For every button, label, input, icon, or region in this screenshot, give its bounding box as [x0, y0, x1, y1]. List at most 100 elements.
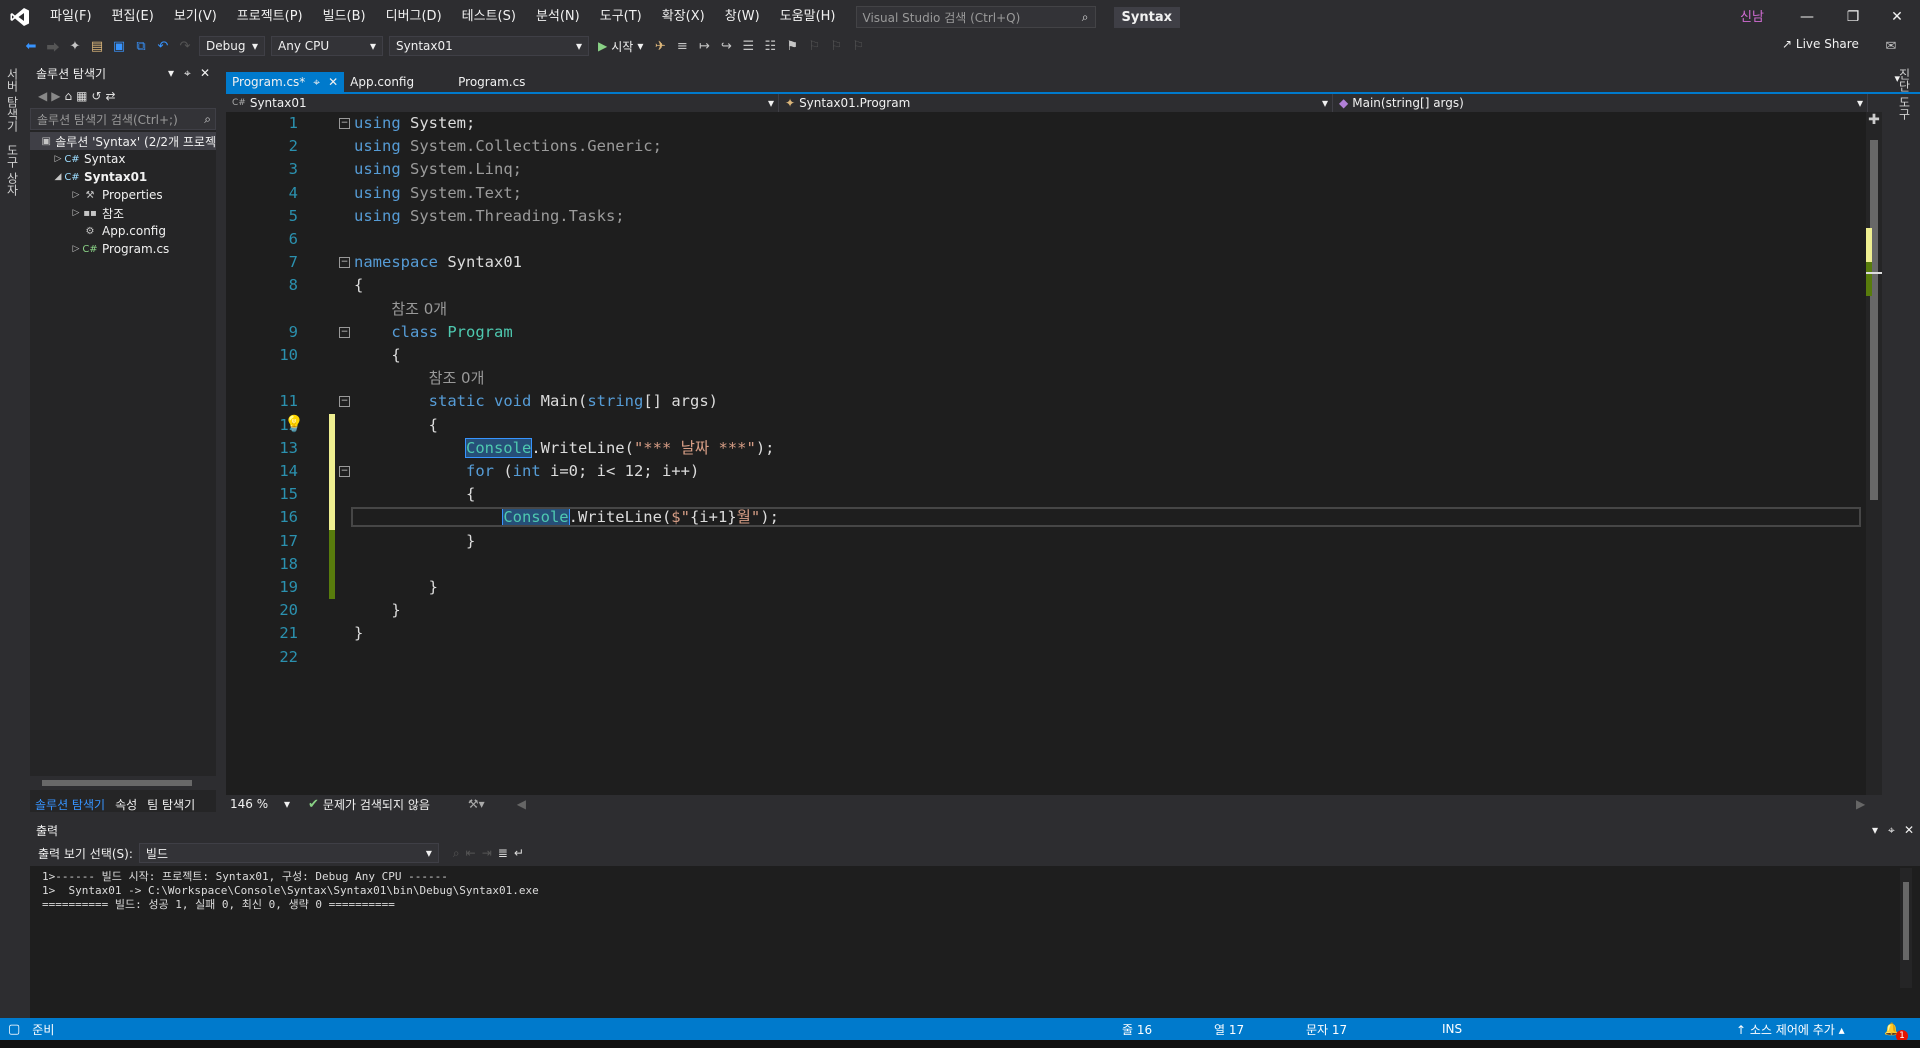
member-dropdown[interactable]: ◆ Main(string[] args) ▾: [1333, 94, 1868, 112]
next-bookmark-icon[interactable]: ⚐: [825, 35, 847, 57]
menu-item[interactable]: 빌드(B): [313, 0, 376, 34]
expand-arrow-icon[interactable]: ▷: [70, 190, 82, 200]
code-line[interactable]: }: [354, 576, 438, 599]
new-project-icon[interactable]: ✦: [64, 35, 86, 57]
code-line[interactable]: class Program: [354, 321, 512, 344]
code-line[interactable]: {: [354, 274, 363, 297]
step-into-icon[interactable]: ↦: [693, 35, 715, 57]
clear-bookmarks-icon[interactable]: ⚐: [847, 35, 869, 57]
project-dropdown[interactable]: C# Syntax01 ▾: [226, 94, 779, 112]
code-line[interactable]: }: [354, 599, 400, 622]
live-share-button[interactable]: ↗ Live Share: [1782, 37, 1859, 51]
code-cleanup-icon[interactable]: ⚒▾: [468, 797, 485, 811]
code-lens[interactable]: 참조 0개: [354, 367, 485, 390]
toolbar-overflow-icon[interactable]: ≡: [671, 35, 693, 57]
code-line[interactable]: using System.Threading.Tasks;: [354, 205, 625, 228]
close-panel-icon[interactable]: ✕: [200, 66, 216, 80]
code-line[interactable]: }: [354, 530, 475, 553]
restore-icon[interactable]: ❐: [1830, 0, 1876, 34]
solution-explorer-search[interactable]: 솔루션 탐색기 검색(Ctrl+;) ⌕: [30, 108, 216, 130]
pin-icon[interactable]: ⌖: [184, 66, 200, 81]
undo-icon[interactable]: ↶: [152, 35, 174, 57]
menu-item[interactable]: 프로젝트(P): [227, 0, 313, 34]
tab-solution-explorer[interactable]: 솔루션 탐색기: [30, 794, 110, 814]
scroll-left-icon[interactable]: ◀: [517, 797, 526, 811]
prev-bookmark-icon[interactable]: ⚐: [803, 35, 825, 57]
tree-item[interactable]: ◢ C# Syntax01: [30, 168, 216, 186]
user-account[interactable]: 신남: [1740, 6, 1764, 25]
split-icon[interactable]: ✚: [1866, 112, 1882, 128]
save-icon[interactable]: ▣: [108, 35, 130, 57]
collapse-region-icon[interactable]: −: [339, 326, 350, 338]
switch-views-icon[interactable]: ▦: [76, 89, 87, 103]
find-message-icon[interactable]: ⌕: [453, 846, 460, 861]
expand-arrow-icon[interactable]: ▷: [70, 244, 82, 254]
status-char[interactable]: 문자 17: [1306, 1021, 1347, 1038]
start-debugging-button[interactable]: ▶ 시작 ▾: [592, 38, 649, 55]
pin-icon[interactable]: ⌖: [1888, 823, 1904, 838]
source-control-button[interactable]: ↑ 소스 제어에 추가 ▴: [1736, 1021, 1845, 1038]
menu-item[interactable]: 도움말(H): [770, 0, 846, 34]
menu-item[interactable]: 디버그(D): [376, 0, 452, 34]
status-insert-mode[interactable]: INS: [1442, 1022, 1462, 1036]
code-line[interactable]: }: [354, 622, 363, 645]
tab-team-explorer[interactable]: 팀 탐색기: [142, 794, 200, 814]
expand-arrow-icon[interactable]: ◢: [52, 172, 64, 182]
word-wrap-icon[interactable]: ↵: [514, 846, 524, 860]
scroll-right-icon[interactable]: ▶: [1856, 797, 1865, 811]
solution-config-dropdown[interactable]: Debug ▾: [199, 36, 265, 56]
tree-item[interactable]: ▷ C# Program.cs: [30, 240, 216, 258]
menu-item[interactable]: 보기(V): [164, 0, 227, 34]
expand-arrow-icon[interactable]: ▷: [70, 208, 82, 218]
dropdown-icon[interactable]: ▾: [1872, 823, 1888, 837]
step-over-icon[interactable]: ↪: [715, 35, 737, 57]
code-lens[interactable]: 참조 0개: [354, 298, 447, 321]
open-file-icon[interactable]: ▤: [86, 35, 108, 57]
code-line[interactable]: {: [354, 344, 400, 367]
tree-item[interactable]: ▷ C# Syntax: [30, 150, 216, 168]
code-line[interactable]: for (int i=0; i< 12; i++): [354, 460, 699, 483]
code-line[interactable]: {: [354, 414, 438, 437]
collapse-region-icon[interactable]: −: [339, 118, 350, 129]
scroll-thumb[interactable]: [42, 780, 192, 786]
toolbox-tab[interactable]: 도구 상자: [0, 138, 25, 202]
code-line[interactable]: {: [354, 483, 475, 506]
home-icon[interactable]: ⌂: [64, 89, 72, 103]
close-tab-icon[interactable]: ✕: [328, 75, 338, 89]
collapse-region-icon[interactable]: −: [339, 396, 350, 408]
tab-program-cs[interactable]: Program.cs: [452, 72, 552, 92]
issues-indicator[interactable]: ✔ 문제가 검색되지 않음: [308, 796, 430, 813]
uncomment-icon[interactable]: ☷: [759, 35, 781, 57]
visual-studio-logo-icon[interactable]: [0, 0, 40, 34]
output-source-dropdown[interactable]: 빌드 ▾: [138, 843, 439, 863]
tree-item[interactable]: ▷ ⚒ Properties: [30, 186, 216, 204]
code-line[interactable]: using System.Collections.Generic;: [354, 135, 662, 158]
status-column[interactable]: 열 17: [1214, 1021, 1244, 1038]
close-icon[interactable]: ✕: [1874, 0, 1920, 34]
code-line[interactable]: using System.Text;: [354, 182, 522, 205]
output-text[interactable]: 1>------ 빌드 시작: 프로젝트: Syntax01, 구성: Debu…: [30, 866, 1920, 912]
close-panel-icon[interactable]: ✕: [1904, 823, 1920, 837]
code-line[interactable]: using System.Linq;: [354, 158, 522, 181]
vs-search-box[interactable]: Visual Studio 검색 (Ctrl+Q) ⌕: [855, 6, 1096, 28]
code-editor[interactable]: 1 using System; −2 using System.Collections…: [226, 112, 1882, 795]
tab-overflow-icon[interactable]: ▾: [1894, 72, 1900, 85]
tree-item[interactable]: ▣ 솔루션 'Syntax' (2/2개 프로젝: [30, 132, 216, 150]
collapse-region-icon[interactable]: −: [339, 257, 350, 269]
menu-item[interactable]: 파일(F): [40, 0, 102, 34]
expand-arrow-icon[interactable]: ▷: [52, 154, 64, 164]
horizontal-scrollbar[interactable]: [30, 776, 216, 790]
prev-message-icon[interactable]: ⇤: [466, 846, 476, 860]
output-scrollbar[interactable]: [1900, 868, 1912, 988]
browser-link-icon[interactable]: ✈: [649, 35, 671, 57]
pending-changes-icon[interactable]: ↺: [91, 89, 101, 103]
collapse-region-icon[interactable]: −: [339, 466, 350, 477]
startup-project-dropdown[interactable]: Syntax01 ▾: [389, 36, 589, 56]
code-line[interactable]: namespace Syntax01: [354, 251, 522, 274]
clear-all-icon[interactable]: ≣: [498, 846, 508, 860]
tree-item[interactable]: ▷ ▪▪ 참조: [30, 204, 216, 222]
comment-icon[interactable]: ☰: [737, 35, 759, 57]
next-message-icon[interactable]: ⇥: [482, 846, 492, 860]
scroll-thumb[interactable]: [1870, 140, 1878, 500]
save-all-icon[interactable]: ⧉: [130, 35, 152, 57]
